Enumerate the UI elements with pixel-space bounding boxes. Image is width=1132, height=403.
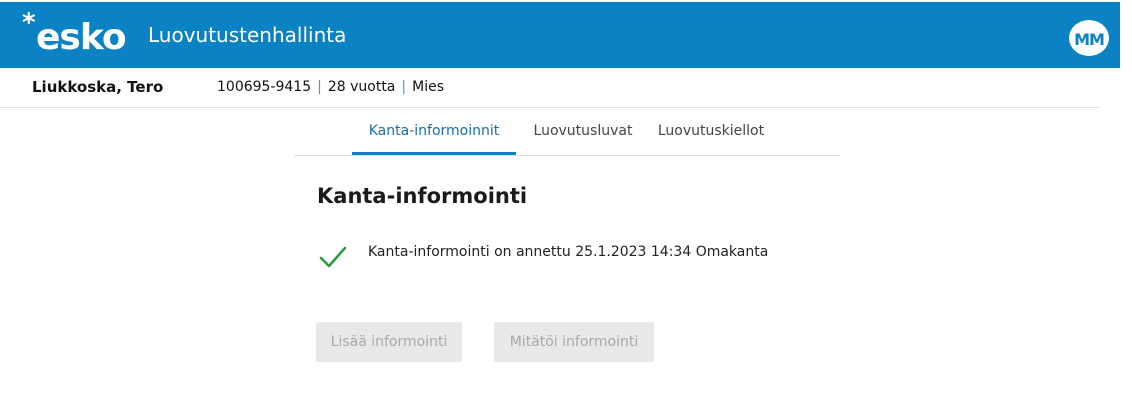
app-header: * esko Luovutustenhallinta MM: [0, 2, 1120, 68]
tab-kanta-informoinnit[interactable]: Kanta-informoinnit: [352, 108, 516, 155]
separator: |: [401, 79, 407, 95]
patient-name: Liukkoska, Tero: [32, 78, 164, 96]
tab-luovutuskiellot[interactable]: Luovutuskiellot: [648, 108, 774, 155]
tab-luovutusluvat[interactable]: Luovutusluvat: [526, 108, 640, 155]
patient-gender: Mies: [412, 79, 444, 95]
status-text: Kanta-informointi on annettu 25.1.2023 1…: [368, 244, 769, 260]
check-icon: [319, 246, 347, 268]
tab-bar: Kanta-informoinnit Luovutusluvat Luovutu…: [294, 108, 840, 156]
add-informing-button[interactable]: Lisää informointi: [316, 322, 462, 362]
cancel-informing-button[interactable]: Mitätöi informointi: [494, 322, 654, 362]
logo-star: *: [22, 8, 36, 38]
patient-id: 100695-9415: [217, 79, 312, 95]
user-avatar[interactable]: MM: [1069, 20, 1109, 56]
separator: |: [317, 79, 322, 95]
logo-text: esko: [36, 17, 127, 58]
app-title: Luovutustenhallinta: [148, 23, 347, 47]
page-title: Kanta-informointi: [317, 184, 528, 208]
patient-info: 100695-9415 | 28 vuotta | Mies: [217, 79, 444, 95]
patient-age: 28 vuotta: [327, 79, 396, 95]
patient-bar: Liukkoska, Tero 100695-9415 | 28 vuotta | Mi…: [0, 68, 1100, 108]
esko-logo[interactable]: * esko: [22, 10, 142, 58]
